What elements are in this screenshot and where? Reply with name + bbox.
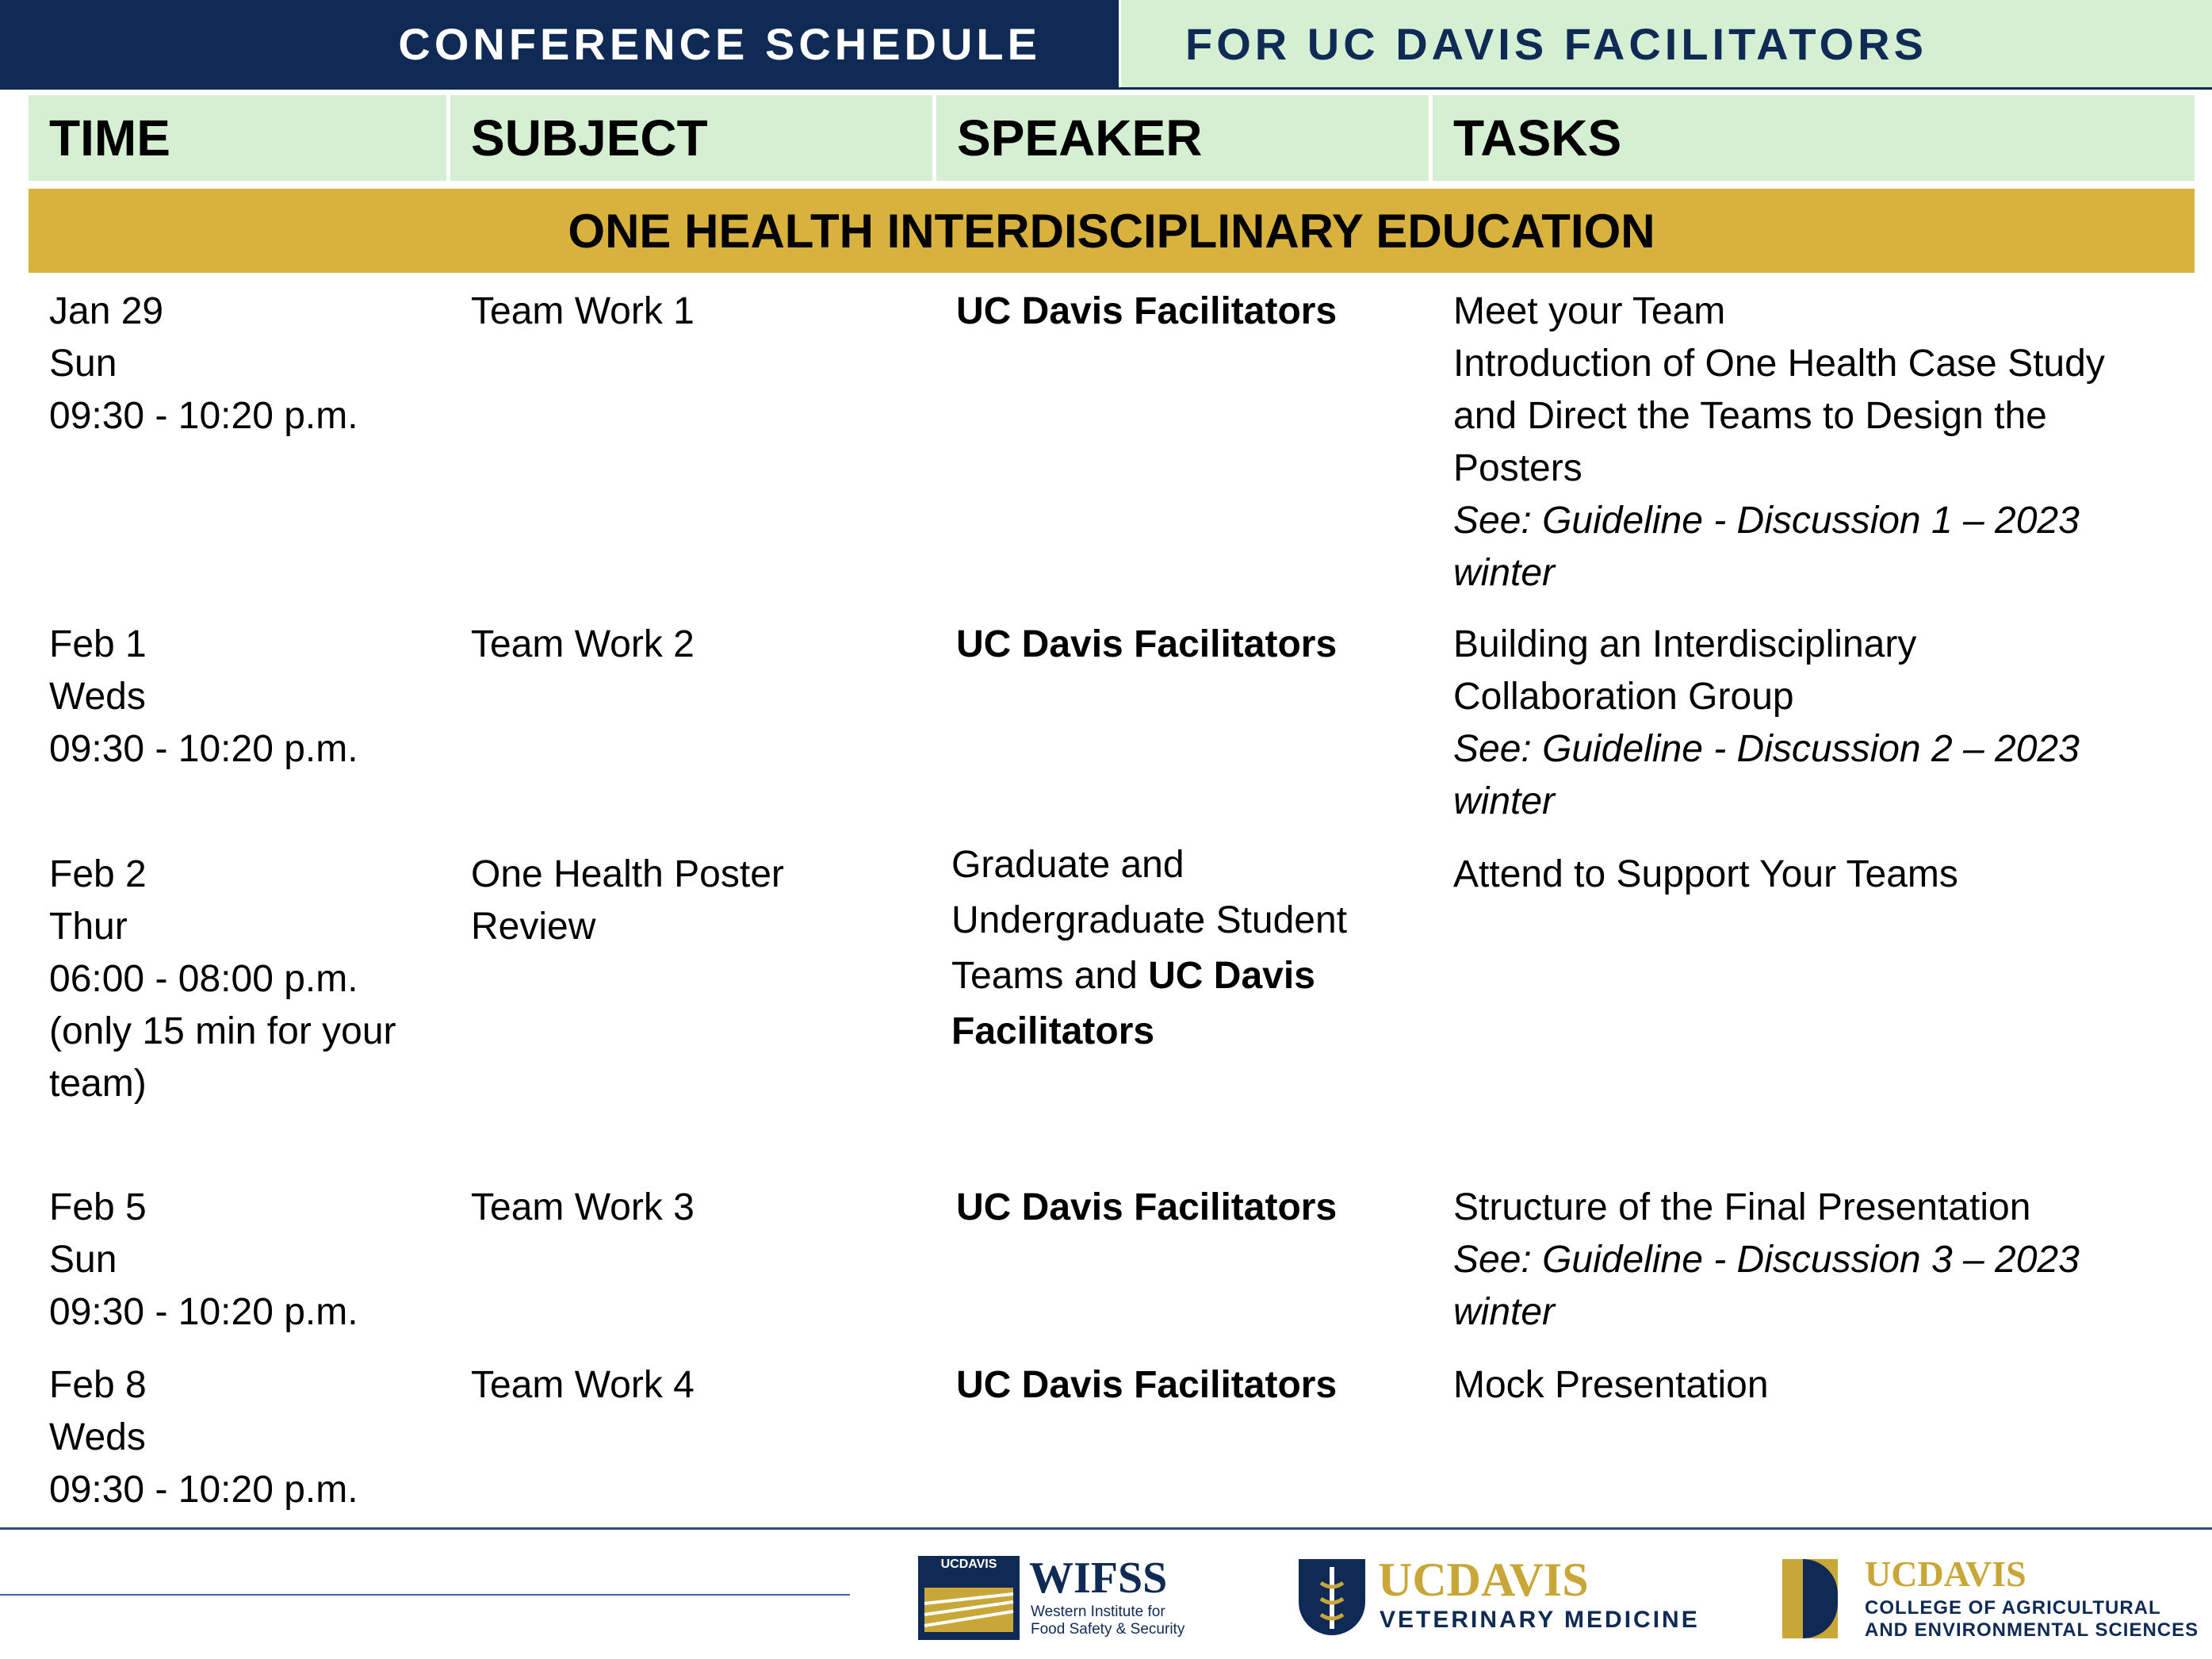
row-1-task-text: Meet your Team Introduction of One Healt… <box>1453 290 2105 489</box>
footer-divider <box>0 1527 2212 1530</box>
row-3-time: Feb 2 Thur 06:00 - 08:00 p.m. (only 15 m… <box>49 853 396 1105</box>
row-2-speaker: UC Davis Facilitators <box>956 623 1338 665</box>
wifss-field-icon <box>924 1588 1014 1632</box>
row-1-task: Meet your Team Introduction of One Healt… <box>1453 285 2105 600</box>
column-header-speaker: SPEAKER <box>936 95 1429 181</box>
row-4-speaker: UC Davis Facilitators <box>956 1186 1338 1228</box>
vet-med-shield-icon <box>1299 1559 1365 1635</box>
row-5-speaker: UC Davis Facilitators <box>956 1364 1338 1406</box>
row-5-time: Feb 8 Weds 09:30 - 10:20 p.m. <box>49 1364 358 1511</box>
banner-title-right: FOR UC DAVIS FACILITATORS <box>1121 0 2212 87</box>
row-5-subject: Team Work 4 <box>471 1364 695 1406</box>
row-4-guideline: See: Guideline - Discussion 3 – 2023 win… <box>1453 1239 2080 1333</box>
column-header-tasks: TASKS <box>1433 95 2195 181</box>
caes-logo-subtitle: COLLEGE OF AGRICULTURAL AND ENVIRONMENTA… <box>1865 1597 2199 1641</box>
top-banner: CONFERENCE SCHEDULE FOR UC DAVIS FACILIT… <box>0 0 2212 90</box>
row-3-task: Attend to Support Your Teams <box>1453 853 1958 895</box>
column-header-subject: SUBJECT <box>450 95 932 181</box>
wifss-logo-subtitle: Western Institute for Food Safety & Secu… <box>1031 1603 1185 1638</box>
row-2-task-text: Building an Interdisciplinary Collaborat… <box>1453 623 1917 718</box>
row-4-task: Structure of the Final Presentation See: … <box>1453 1182 2080 1339</box>
row-3-subject: One Health Poster Review <box>471 853 784 948</box>
section-title: ONE HEALTH INTERDISCIPLINARY EDUCATION <box>29 189 2195 273</box>
footer-accent-line <box>0 1594 850 1596</box>
wifss-logo-mark: UCDAVIS <box>918 1556 1020 1640</box>
row-2-guideline: See: Guideline - Discussion 2 – 2023 win… <box>1453 728 2080 822</box>
vet-med-logo-ucdavis: UCDAVIS <box>1378 1554 1589 1606</box>
caes-logo-ucdavis: UCDAVIS <box>1865 1554 2026 1594</box>
banner-divider <box>0 87 2212 90</box>
row-1-guideline: See: Guideline - Discussion 1 – 2023 win… <box>1453 500 2080 594</box>
caduceus-icon <box>1319 1567 1345 1629</box>
row-4-subject: Team Work 3 <box>471 1186 695 1228</box>
wifss-logo-title: WIFSS <box>1029 1554 1168 1603</box>
vet-med-logo-subtitle: VETERINARY MEDICINE <box>1380 1607 1700 1633</box>
row-4-task-text: Structure of the Final Presentation <box>1453 1186 2031 1228</box>
banner-title-left: CONFERENCE SCHEDULE <box>0 0 1119 87</box>
column-header-time: TIME <box>29 95 446 181</box>
row-2-task: Building an Interdisciplinary Collaborat… <box>1453 619 2080 828</box>
row-5-task: Mock Presentation <box>1453 1364 1769 1406</box>
row-4-time: Feb 5 Sun 09:30 - 10:20 p.m. <box>49 1186 358 1333</box>
row-1-subject: Team Work 1 <box>471 290 695 332</box>
row-2-time: Feb 1 Weds 09:30 - 10:20 p.m. <box>49 623 358 770</box>
row-1-speaker: UC Davis Facilitators <box>956 290 1338 332</box>
row-2-subject: Team Work 2 <box>471 623 695 665</box>
row-3-speaker: Graduate and Undergraduate Student Teams… <box>951 837 1347 1059</box>
row-1-time: Jan 29 Sun 09:30 - 10:20 p.m. <box>49 290 358 437</box>
